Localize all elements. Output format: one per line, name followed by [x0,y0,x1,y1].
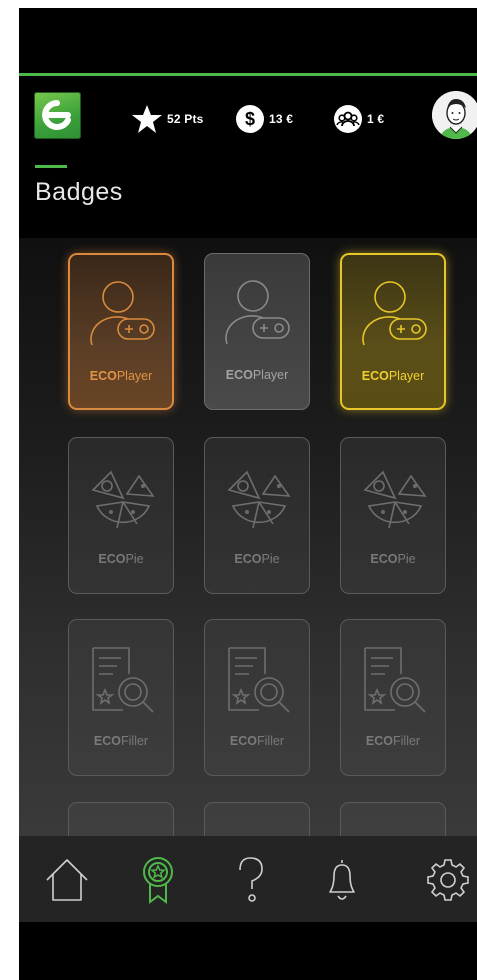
document-search-icon [92,647,154,713]
nav-help[interactable] [226,854,274,906]
badge-label: ECOPlayer [361,369,425,383]
badge-card[interactable]: ECOPlayer [204,253,310,410]
badge-label: ECOFiller [93,734,149,748]
points-stat[interactable]: 52 Pts [131,104,204,134]
badge-card[interactable]: ECOPlayer [68,253,174,410]
badge-label: ECOFiller [229,734,285,748]
badge-card[interactable] [204,802,310,836]
badge-card[interactable]: ECOPie [204,437,310,594]
group-icon [334,105,362,133]
app-screen: 52 Pts $ 13 € 1 € Badges ECOPlayer ECOPl… [19,8,477,980]
partial-badge-icon [87,823,157,836]
top-accent-line [19,73,477,76]
help-question-icon [239,857,263,902]
player-gamepad-icon [225,280,290,345]
badge-card[interactable] [340,802,446,836]
player-gamepad-icon [90,281,155,346]
group-money-stat[interactable]: 1 € [333,104,384,134]
document-search-icon [364,647,426,713]
header-bar: 52 Pts $ 13 € 1 € [19,88,477,148]
dollar-coin-icon: $ [236,105,264,133]
gear-icon [427,859,469,901]
badges-grid: ECOPlayer ECOPlayer ECOPlayer ECOPie ECO… [19,238,477,836]
badge-card[interactable]: ECOPlayer [340,253,446,410]
badge-label: ECOPie [234,552,280,566]
document-search-icon [228,647,290,713]
bell-icon [329,860,355,900]
group-money-value: 1 € [367,112,385,126]
badge-card[interactable] [68,802,174,836]
badge-card[interactable]: ECOFiller [68,619,174,776]
svg-text:$: $ [245,109,255,129]
nav-badges[interactable] [134,854,182,906]
user-avatar[interactable] [432,91,477,139]
nav-settings[interactable] [424,854,472,906]
badge-label: ECOPie [98,552,144,566]
player-gamepad-icon [362,281,427,346]
badge-label: ECOPie [370,552,416,566]
partial-badge-icon [359,823,429,836]
money-value: 13 € [269,112,294,126]
money-stat[interactable]: $ 13 € [235,104,293,134]
nav-home[interactable] [43,854,91,906]
page-title: Badges [35,178,123,206]
nav-notifications[interactable] [318,854,366,906]
partial-badge-icon [223,823,293,836]
badge-label: ECOPlayer [89,369,153,383]
badge-card[interactable]: ECOFiller [204,619,310,776]
badge-card[interactable]: ECOPie [340,437,446,594]
bottom-nav [19,836,477,922]
title-accent [35,165,67,168]
home-icon [46,859,88,901]
points-value: 52 Pts [167,112,204,126]
star-icon [132,105,162,133]
pie-icon [363,470,427,529]
badge-label: ECOPlayer [225,368,289,382]
pie-icon [91,470,155,529]
app-logo[interactable] [34,92,81,139]
badge-card[interactable]: ECOPie [68,437,174,594]
badge-card[interactable]: ECOFiller [340,619,446,776]
badge-label: ECOFiller [365,734,421,748]
pie-icon [227,470,291,529]
badge-award-icon [143,857,173,904]
